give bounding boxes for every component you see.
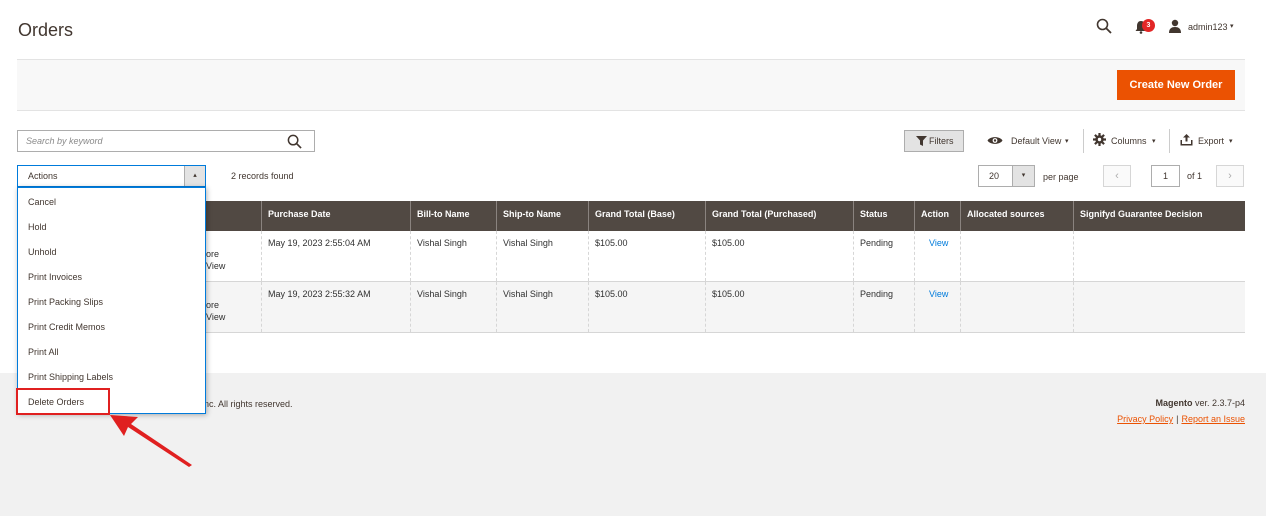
column-header-ship-to-name[interactable]: Ship-to Name — [496, 201, 588, 231]
action-unhold[interactable]: Unhold — [28, 247, 57, 257]
chevron-down-icon[interactable]: ▾ — [1230, 22, 1234, 30]
cell-bill-to-name: Vishal Singh — [410, 282, 496, 332]
cell-grand-total-purchased: $105.00 — [705, 282, 853, 332]
magento-version: Magento ver. 2.3.7-p4 — [1155, 398, 1245, 408]
arrow-icon — [110, 415, 192, 467]
action-print-credit-memos[interactable]: Print Credit Memos — [28, 322, 105, 332]
copyright-text: nc. All rights reserved. — [204, 399, 293, 409]
records-found: 2 records found — [231, 171, 294, 181]
action-cancel[interactable]: Cancel — [28, 197, 56, 207]
export-dropdown[interactable]: Export — [1198, 136, 1224, 146]
chevron-down-icon[interactable]: ▾ — [1229, 137, 1233, 145]
divider — [1083, 129, 1084, 153]
user-menu-name[interactable]: admin123 — [1188, 22, 1228, 32]
column-header-signifyd-decision[interactable]: Signifyd Guarantee Decision — [1073, 201, 1245, 231]
page-header: Orders 3 admin123 ▾ — [0, 0, 1266, 60]
export-icon[interactable] — [1180, 134, 1193, 146]
cell-ship-to-name: Vishal Singh — [496, 282, 588, 332]
cell-status: Pending — [853, 282, 914, 332]
filters-button[interactable]: Filters — [904, 130, 964, 152]
action-print-all[interactable]: Print All — [28, 347, 59, 357]
footer-links: Privacy Policy | Report an Issue — [1117, 414, 1245, 424]
actions-select-label: Actions — [28, 171, 58, 181]
chevron-down-icon[interactable]: ▾ — [1065, 137, 1069, 145]
cell-signifyd-decision — [1073, 282, 1245, 332]
chevron-down-icon[interactable]: ▾ — [1152, 137, 1156, 145]
per-page-select[interactable]: 20 — [978, 165, 1013, 187]
filters-label: Filters — [929, 136, 954, 146]
keyword-search-input[interactable]: Search by keyword — [17, 130, 315, 152]
per-page-label: per page — [1043, 172, 1079, 182]
action-hold[interactable]: Hold — [28, 222, 47, 232]
cell-purchase-date: May 19, 2023 2:55:32 AM — [261, 282, 410, 332]
cell-allocated-sources — [960, 282, 1073, 332]
notification-badge[interactable]: 3 — [1142, 19, 1155, 32]
version-number: ver. 2.3.7-p4 — [1192, 398, 1245, 408]
user-icon[interactable] — [1168, 19, 1182, 33]
action-print-shipping-labels[interactable]: Print Shipping Labels — [28, 372, 113, 382]
filter-icon — [916, 136, 927, 146]
previous-page-button[interactable]: ‹ — [1103, 165, 1131, 187]
cell-purchase-date: May 19, 2023 2:55:04 AM — [261, 231, 410, 281]
page-number-input[interactable]: 1 — [1151, 165, 1180, 187]
cell-status: Pending — [853, 231, 914, 281]
action-print-packing-slips[interactable]: Print Packing Slips — [28, 297, 103, 307]
create-new-order-button[interactable]: Create New Order — [1117, 70, 1235, 100]
eye-icon[interactable] — [987, 135, 1003, 146]
column-header-allocated-sources: Allocated sources — [960, 201, 1073, 231]
page-actions-bar — [17, 59, 1245, 111]
column-header-grand-total-base[interactable]: Grand Total (Base) — [588, 201, 705, 231]
search-icon[interactable] — [287, 134, 302, 149]
cell-grand-total-base: $105.00 — [588, 282, 705, 332]
chevron-down-icon[interactable]: ▾ — [1013, 165, 1035, 187]
view-order-link[interactable]: View — [914, 231, 960, 281]
action-print-invoices[interactable]: Print Invoices — [28, 272, 82, 282]
default-view-dropdown[interactable]: Default View — [1011, 136, 1061, 146]
column-header-action: Action — [914, 201, 960, 231]
page-count: of 1 — [1187, 171, 1203, 181]
link-separator: | — [1176, 414, 1179, 424]
actions-select[interactable]: Actions ▴ — [17, 165, 206, 187]
actions-dropdown-menu: Cancel Hold Unhold Print Invoices Print … — [17, 187, 206, 414]
column-header-status[interactable]: Status — [853, 201, 914, 231]
cell-grand-total-purchased: $105.00 — [705, 231, 853, 281]
chevron-up-icon[interactable]: ▴ — [184, 166, 205, 186]
column-header-purchase-date[interactable]: Purchase Date — [261, 201, 410, 231]
page-title: Orders — [18, 20, 74, 40]
gear-icon[interactable] — [1093, 133, 1106, 146]
search-icon[interactable] — [1096, 18, 1112, 34]
search-placeholder: Search by keyword — [26, 136, 103, 146]
column-header-grand-total-purchased[interactable]: Grand Total (Purchased) — [705, 201, 853, 231]
next-page-button[interactable]: › — [1216, 165, 1244, 187]
privacy-policy-link[interactable]: Privacy Policy — [1117, 414, 1173, 424]
partial-cell-text: ore — [206, 300, 220, 310]
partial-cell-text: View — [206, 261, 226, 271]
column-header-bill-to-name[interactable]: Bill-to Name — [410, 201, 496, 231]
cell-signifyd-decision — [1073, 231, 1245, 281]
cell-ship-to-name: Vishal Singh — [496, 231, 588, 281]
report-issue-link[interactable]: Report an Issue — [1181, 414, 1245, 424]
cell-allocated-sources — [960, 231, 1073, 281]
partial-cell-text: View — [206, 312, 226, 322]
cell-bill-to-name: Vishal Singh — [410, 231, 496, 281]
columns-dropdown[interactable]: Columns — [1111, 136, 1147, 146]
view-order-link[interactable]: View — [914, 282, 960, 332]
magento-brand: Magento — [1155, 398, 1193, 408]
highlight-annotation — [16, 388, 110, 415]
partial-cell-text: ore — [206, 249, 220, 259]
cell-grand-total-base: $105.00 — [588, 231, 705, 281]
divider — [1169, 129, 1170, 153]
